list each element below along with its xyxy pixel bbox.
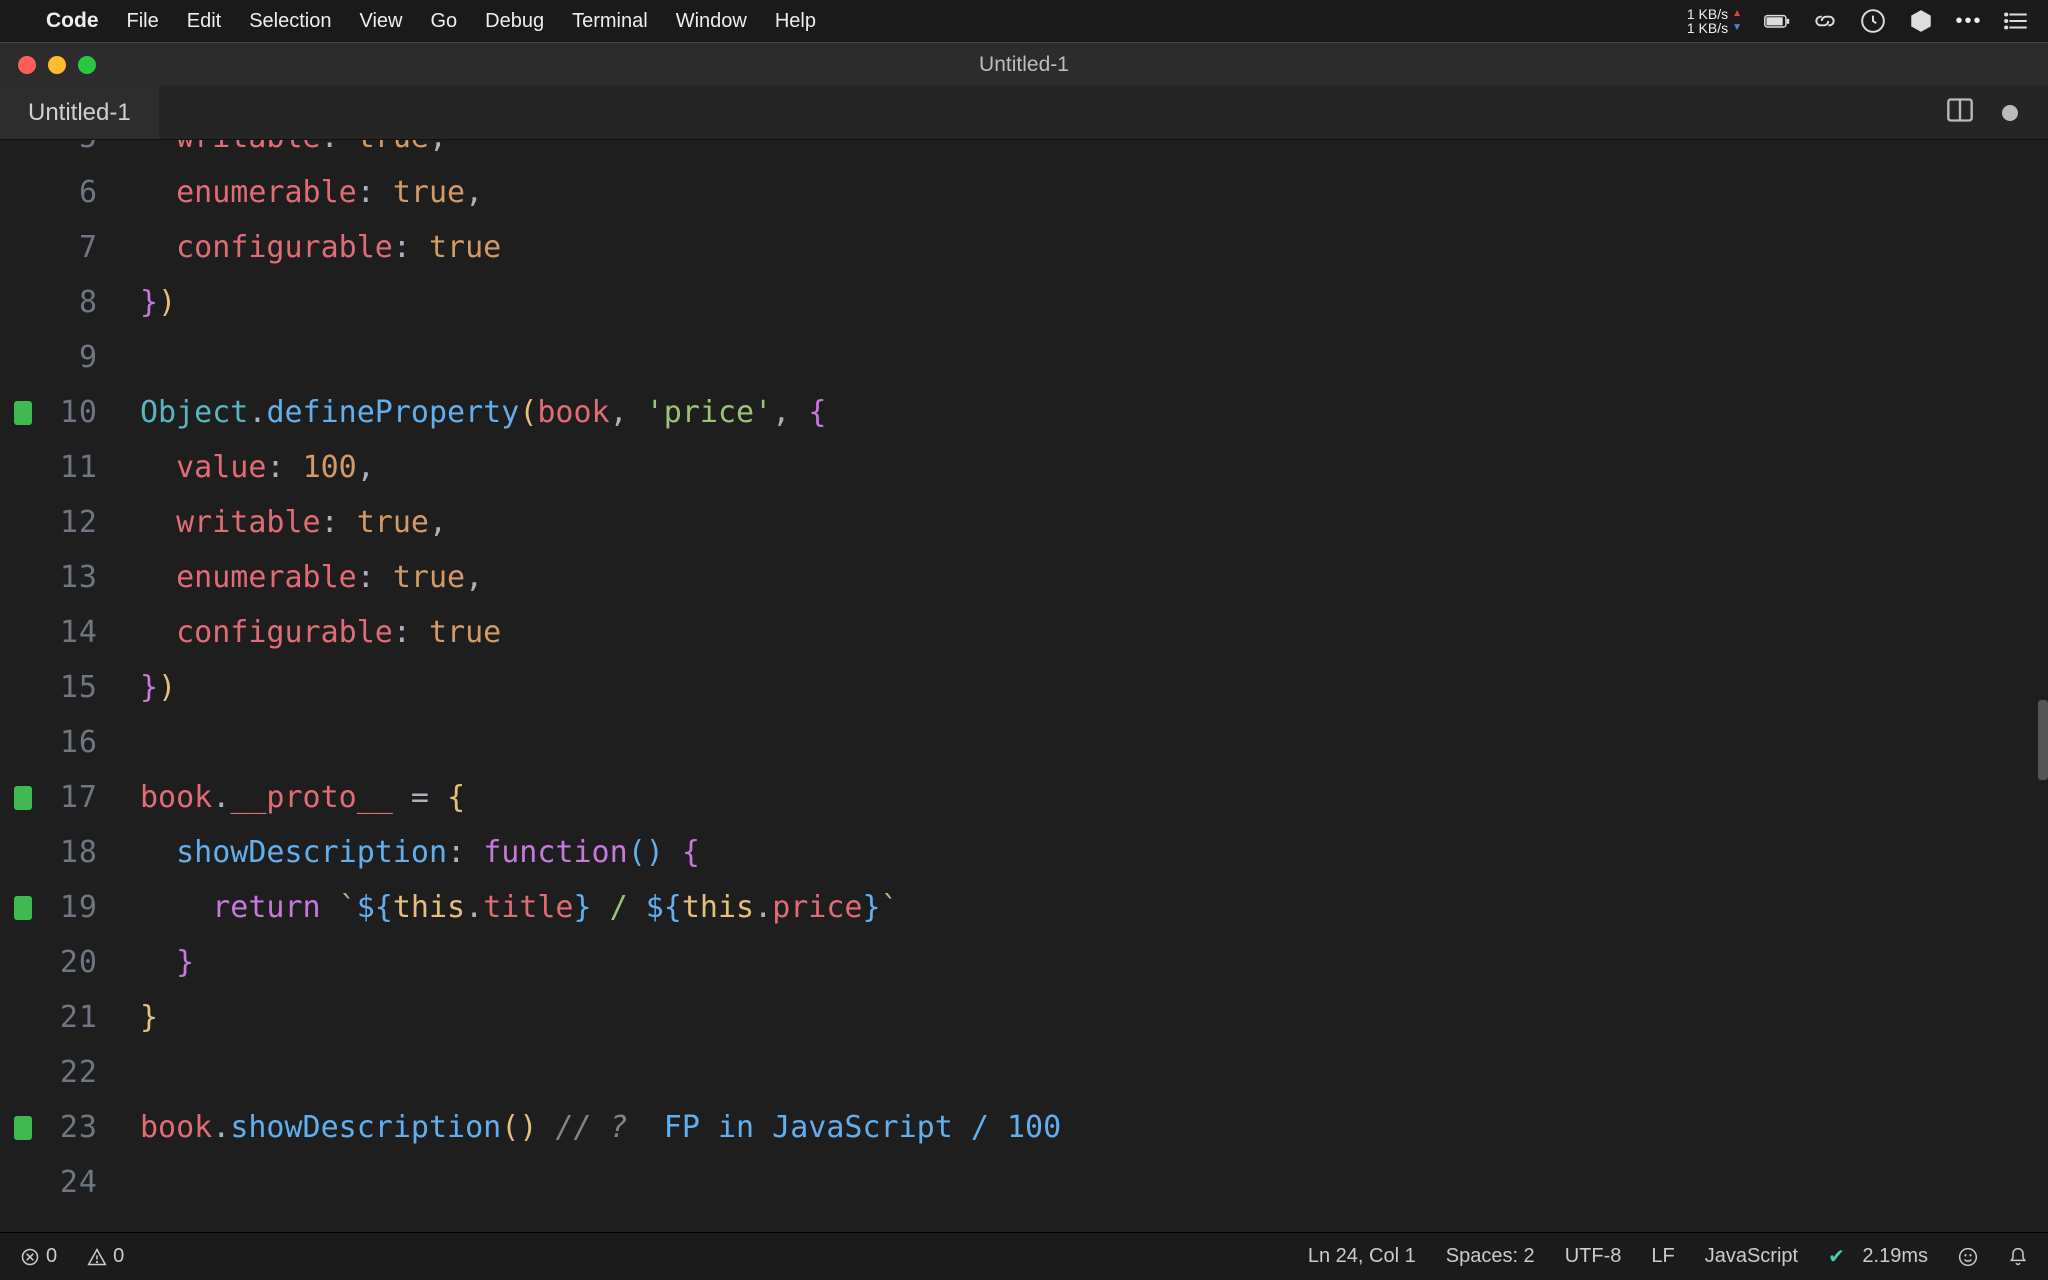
status-cursor[interactable]: Ln 24, Col 1 — [1308, 1245, 1416, 1268]
line-number[interactable]: 15 — [0, 660, 140, 715]
line-number[interactable]: 7 — [0, 220, 140, 275]
line-content[interactable]: } — [140, 935, 194, 990]
line-content[interactable]: }) — [140, 275, 176, 330]
code-line[interactable]: 19 return `${this.title} / ${this.price}… — [0, 880, 2048, 935]
code-line[interactable]: 18 showDescription: function() { — [0, 825, 2048, 880]
code-lines[interactable]: 5 writable: true,6 enumerable: true,7 co… — [0, 140, 2048, 1210]
macos-menubar: Code File Edit Selection View Go Debug T… — [0, 0, 2048, 42]
status-language[interactable]: JavaScript — [1705, 1245, 1798, 1268]
menu-terminal[interactable]: Terminal — [572, 10, 648, 33]
line-number[interactable]: 17 — [0, 770, 140, 825]
line-content[interactable]: configurable: true — [140, 220, 501, 275]
code-line[interactable]: 16 — [0, 715, 2048, 770]
dirty-indicator-icon[interactable] — [2002, 105, 2018, 121]
line-content[interactable]: enumerable: true, — [140, 550, 483, 605]
line-content[interactable]: writable: true, — [140, 140, 447, 165]
status-quokka[interactable]: ✔ 2.19ms — [1828, 1244, 1928, 1269]
menu-file[interactable]: File — [127, 10, 159, 33]
code-line[interactable]: 24 — [0, 1155, 2048, 1210]
code-line[interactable]: 6 enumerable: true, — [0, 165, 2048, 220]
menu-edit[interactable]: Edit — [187, 10, 221, 33]
editor-tabbar: Untitled-1 — [0, 86, 2048, 140]
line-number[interactable]: 22 — [0, 1045, 140, 1100]
line-number[interactable]: 16 — [0, 715, 140, 770]
line-number[interactable]: 20 — [0, 935, 140, 990]
code-line[interactable]: 22 — [0, 1045, 2048, 1100]
status-indent[interactable]: Spaces: 2 — [1446, 1245, 1535, 1268]
menu-help[interactable]: Help — [775, 10, 816, 33]
code-line[interactable]: 17book.__proto__ = { — [0, 770, 2048, 825]
line-content[interactable]: book.__proto__ = { — [140, 770, 465, 825]
more-icon[interactable]: ••• — [1956, 9, 1982, 33]
cube-icon[interactable] — [1908, 9, 1934, 33]
line-content[interactable]: return `${this.title} / ${this.price}` — [140, 880, 899, 935]
close-window-button[interactable] — [18, 56, 36, 74]
line-content[interactable]: Object.defineProperty(book, 'price', { — [140, 385, 826, 440]
line-number[interactable]: 5 — [0, 140, 140, 165]
app-name[interactable]: Code — [46, 9, 99, 33]
line-number[interactable]: 24 — [0, 1155, 140, 1210]
status-encoding[interactable]: UTF-8 — [1565, 1245, 1622, 1268]
status-smiley-icon[interactable] — [1958, 1247, 1978, 1267]
window-titlebar: Untitled-1 — [0, 42, 2048, 86]
code-line[interactable]: 12 writable: true, — [0, 495, 2048, 550]
menu-view[interactable]: View — [359, 10, 402, 33]
line-number[interactable]: 11 — [0, 440, 140, 495]
line-content[interactable]: configurable: true — [140, 605, 501, 660]
list-icon[interactable] — [2004, 9, 2030, 33]
line-number[interactable]: 12 — [0, 495, 140, 550]
code-line[interactable]: 8}) — [0, 275, 2048, 330]
code-editor[interactable]: 5 writable: true,6 enumerable: true,7 co… — [0, 140, 2048, 1232]
line-content[interactable]: value: 100, — [140, 440, 375, 495]
status-errors[interactable]: 0 — [20, 1245, 57, 1268]
line-content[interactable]: }) — [140, 660, 176, 715]
line-number[interactable]: 23 — [0, 1100, 140, 1155]
code-line[interactable]: 10Object.defineProperty(book, 'price', { — [0, 385, 2048, 440]
clock-icon[interactable] — [1860, 9, 1886, 33]
menu-debug[interactable]: Debug — [485, 10, 544, 33]
tab-untitled-1[interactable]: Untitled-1 — [0, 86, 159, 139]
code-line[interactable]: 15}) — [0, 660, 2048, 715]
line-content[interactable]: writable: true, — [140, 495, 447, 550]
line-number[interactable]: 14 — [0, 605, 140, 660]
status-warnings[interactable]: 0 — [87, 1245, 124, 1268]
menu-window[interactable]: Window — [676, 10, 747, 33]
code-line[interactable]: 7 configurable: true — [0, 220, 2048, 275]
minimize-window-button[interactable] — [48, 56, 66, 74]
window-title: Untitled-1 — [979, 53, 1069, 77]
scrollbar-thumb[interactable] — [2038, 700, 2048, 780]
code-line[interactable]: 21} — [0, 990, 2048, 1045]
line-number[interactable]: 8 — [0, 275, 140, 330]
code-line[interactable]: 20 } — [0, 935, 2048, 990]
line-number[interactable]: 21 — [0, 990, 140, 1045]
split-editor-icon[interactable] — [1946, 96, 1974, 129]
statusbar: 0 0 Ln 24, Col 1 Spaces: 2 UTF-8 LF Java… — [0, 1232, 2048, 1280]
line-number[interactable]: 6 — [0, 165, 140, 220]
link-icon[interactable] — [1812, 9, 1838, 33]
battery-icon[interactable] — [1764, 9, 1790, 33]
line-content[interactable]: enumerable: true, — [140, 165, 483, 220]
status-eol[interactable]: LF — [1651, 1245, 1674, 1268]
menu-selection[interactable]: Selection — [249, 10, 331, 33]
code-line[interactable]: 5 writable: true, — [0, 140, 2048, 165]
code-line[interactable]: 14 configurable: true — [0, 605, 2048, 660]
traffic-lights — [18, 56, 96, 74]
status-bell-icon[interactable] — [2008, 1247, 2028, 1267]
menu-go[interactable]: Go — [430, 10, 457, 33]
line-number[interactable]: 10 — [0, 385, 140, 440]
line-content[interactable]: showDescription: function() { — [140, 825, 700, 880]
code-line[interactable]: 13 enumerable: true, — [0, 550, 2048, 605]
code-line[interactable]: 23book.showDescription() // ? FP in Java… — [0, 1100, 2048, 1155]
line-number[interactable]: 9 — [0, 330, 140, 385]
code-line[interactable]: 11 value: 100, — [0, 440, 2048, 495]
line-content[interactable]: } — [140, 990, 158, 1045]
line-number[interactable]: 13 — [0, 550, 140, 605]
line-content[interactable]: book.showDescription() // ? FP in JavaSc… — [140, 1100, 1061, 1155]
fullscreen-window-button[interactable] — [78, 56, 96, 74]
code-line[interactable]: 9 — [0, 330, 2048, 385]
line-number[interactable]: 19 — [0, 880, 140, 935]
network-speed-indicator[interactable]: 1 KB/s▲ 1 KB/s▼ — [1687, 7, 1742, 35]
line-number[interactable]: 18 — [0, 825, 140, 880]
